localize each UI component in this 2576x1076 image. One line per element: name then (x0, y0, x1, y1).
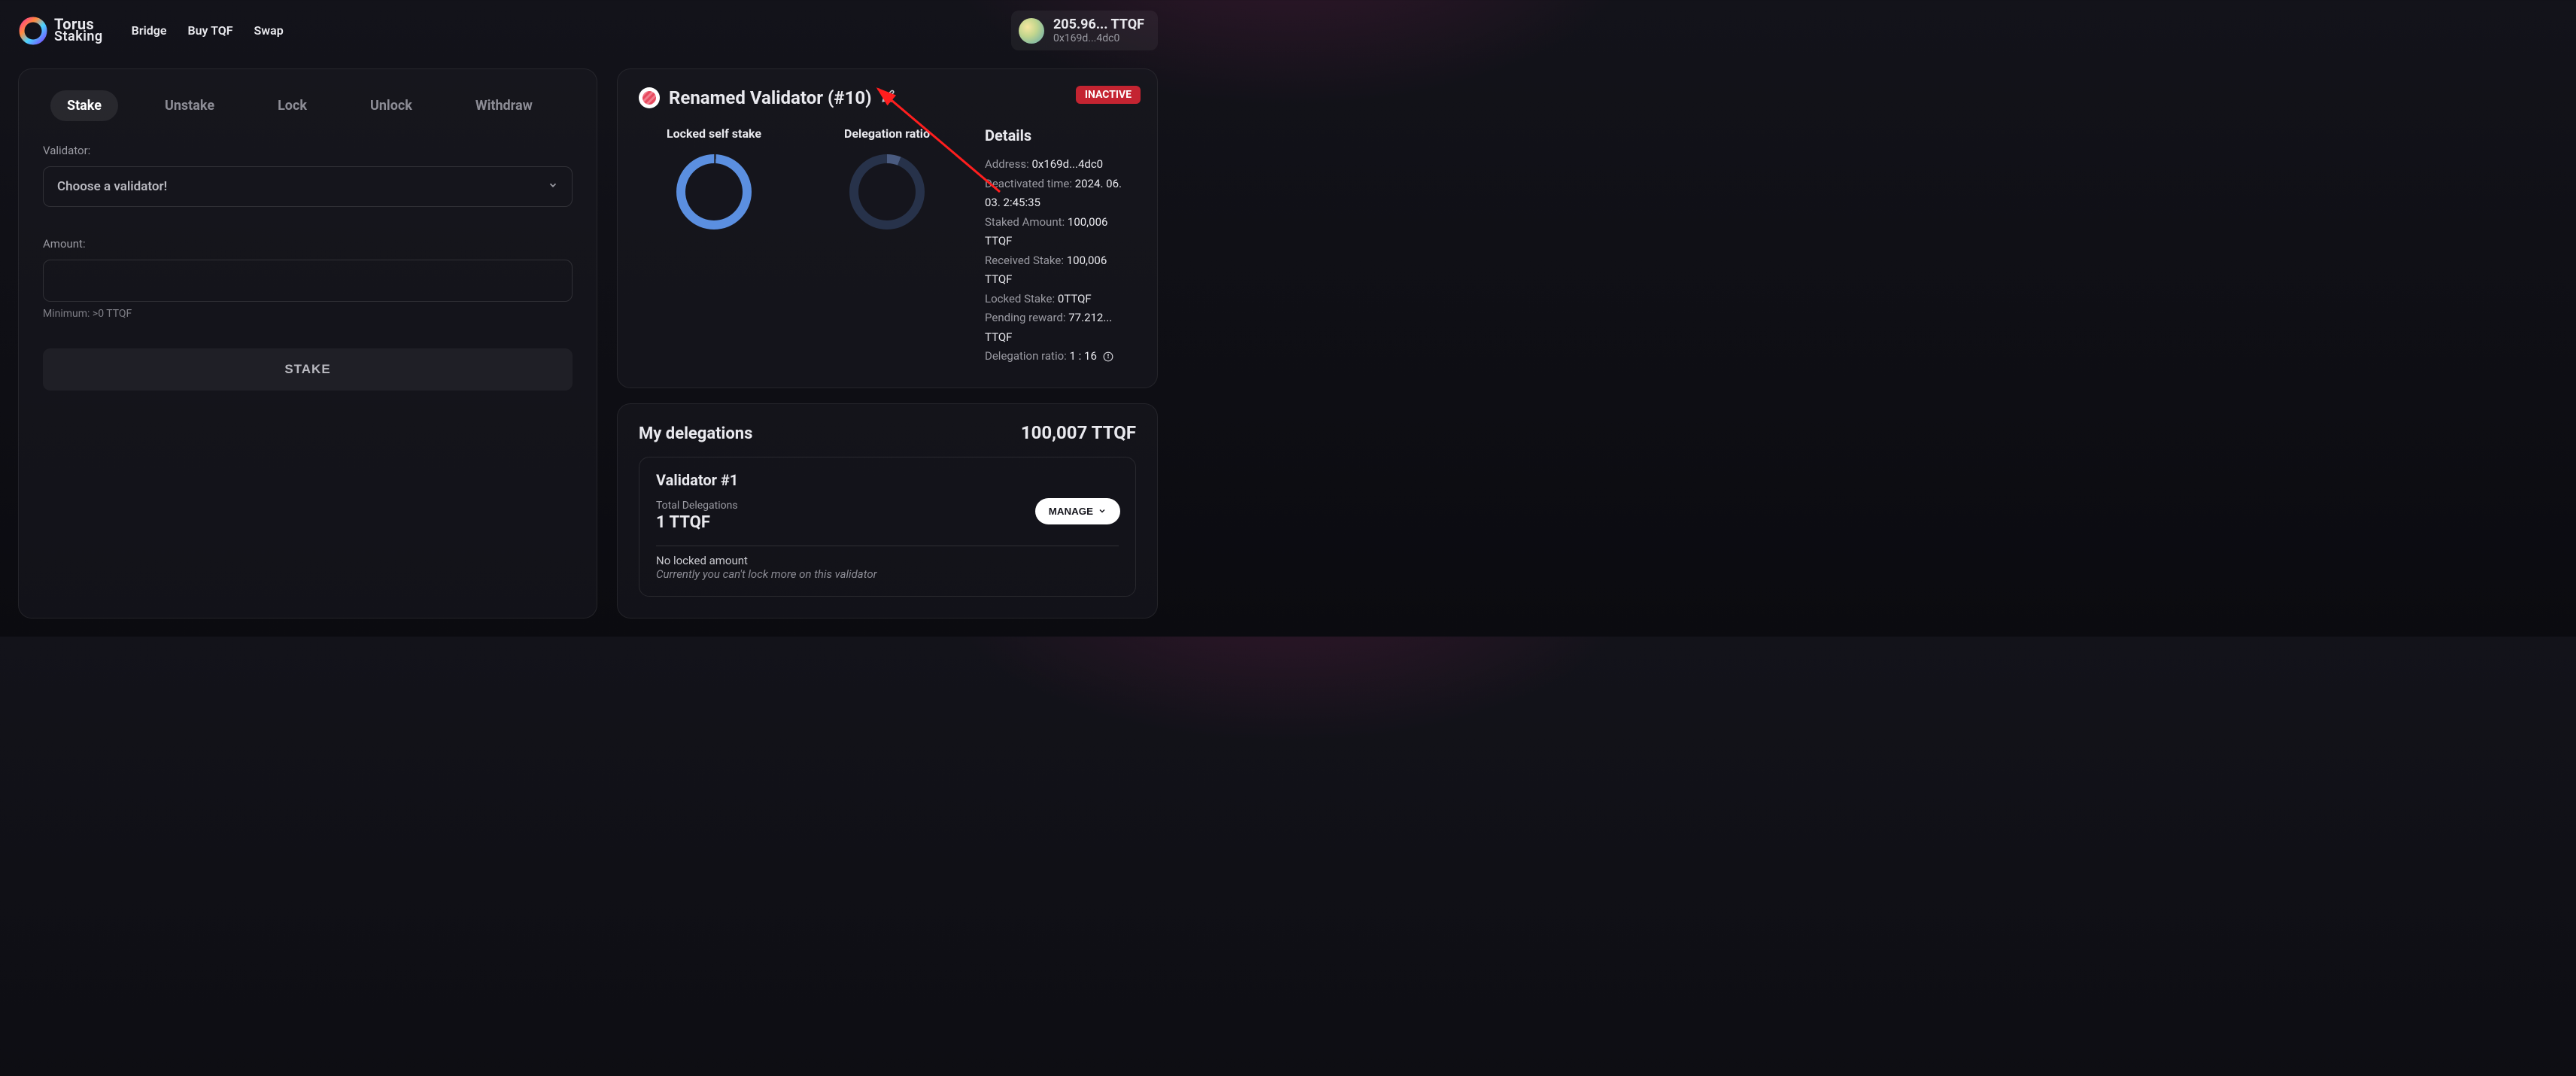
delegations-heading: My delegations (639, 424, 752, 443)
topbar: Torus Staking Bridge Buy TQF Swap 205.96… (0, 0, 1176, 58)
detail-received-label: Received Stake: (985, 254, 1064, 267)
locked-self-stake-label: Locked self stake (667, 126, 761, 141)
donut-delegation-ratio: 6% (849, 154, 925, 229)
delegation-card-name: Validator #1 (656, 471, 1119, 489)
edit-icon[interactable] (881, 89, 896, 107)
nav-buy-tqf[interactable]: Buy TQF (187, 23, 232, 38)
delegation-ratio-pct: 6% (849, 154, 925, 229)
validator-label: Validator: (43, 144, 573, 157)
manage-button[interactable]: MANAGE (1035, 498, 1120, 524)
detail-locked-value: 0TTQF (1058, 292, 1092, 305)
minimum-hint: Minimum: >0 TTQF (43, 308, 573, 320)
brand-line2: Staking (54, 31, 103, 43)
account-lines: 205.96... TTQF 0x169d...4dc0 (1053, 17, 1144, 44)
detail-address-value: 0x169d...4dc0 (1031, 157, 1103, 171)
nav-swap[interactable]: Swap (254, 23, 284, 38)
cant-lock-text: Currently you can't lock more on this va… (656, 567, 1119, 581)
tab-unlock[interactable]: Unlock (354, 90, 429, 121)
detail-locked-label: Locked Stake: (985, 292, 1055, 305)
detail-staked-label: Staked Amount: (985, 215, 1065, 229)
validator-avatar-icon (639, 87, 660, 108)
donut-locked-self-stake: 99% (676, 154, 752, 229)
amount-input[interactable] (43, 260, 573, 302)
validator-select[interactable]: Choose a validator! (43, 166, 573, 207)
delegations-total: 100,007 TTQF (1021, 422, 1136, 443)
top-nav: Bridge Buy TQF Swap (132, 23, 284, 38)
validator-title: Renamed Validator (#10) (669, 87, 872, 108)
chevron-down-icon (1098, 506, 1107, 515)
stake-tabs: Stake Unstake Lock Unlock Withdraw (43, 90, 573, 121)
manage-button-label: MANAGE (1049, 506, 1093, 517)
tab-lock[interactable]: Lock (261, 90, 324, 121)
validator-status-badge: INACTIVE (1076, 86, 1141, 104)
delegation-ratio-label: Delegation ratio (844, 126, 930, 141)
chevron-down-icon (548, 179, 558, 194)
tab-stake[interactable]: Stake (50, 90, 118, 121)
delegations-panel: My delegations 100,007 TTQF Validator #1… (617, 403, 1158, 619)
locked-self-stake-chart: Locked self stake 99% (639, 126, 789, 366)
amount-label: Amount: (43, 237, 573, 251)
stake-button[interactable]: STAKE (43, 348, 573, 391)
detail-ratio-value: 1 : 16 (1070, 349, 1097, 363)
validator-select-placeholder: Choose a validator! (57, 179, 167, 194)
no-locked-text: No locked amount (656, 554, 1119, 567)
detail-ratio-label: Delegation ratio: (985, 349, 1067, 363)
detail-pending-label: Pending reward: (985, 311, 1066, 324)
brand-logo-icon (18, 16, 48, 46)
detail-deactivated-label: Deactivated time: (985, 177, 1072, 190)
delegation-card: Validator #1 Total Delegations 1 TTQF MA… (639, 457, 1136, 597)
locked-self-stake-pct: 99% (676, 154, 752, 229)
details-heading: Details (985, 126, 1136, 144)
nav-bridge[interactable]: Bridge (132, 23, 167, 38)
detail-address-label: Address: (985, 157, 1029, 171)
brand: Torus Staking (18, 16, 103, 46)
account-chip[interactable]: 205.96... TTQF 0x169d...4dc0 (1011, 11, 1158, 50)
validator-panel: Renamed Validator (#10) INACTIVE Locked … (617, 68, 1158, 388)
account-address: 0x169d...4dc0 (1053, 32, 1119, 44)
avatar-icon (1019, 18, 1044, 44)
tab-withdraw[interactable]: Withdraw (459, 90, 549, 121)
account-balance: 205.96... TTQF (1053, 17, 1144, 32)
tab-unstake[interactable]: Unstake (148, 90, 231, 121)
info-icon[interactable] (1103, 351, 1113, 362)
delegation-ratio-chart: Delegation ratio 6% (812, 126, 962, 366)
brand-text: Torus Staking (54, 17, 103, 43)
validator-details: Details Address: 0x169d...4dc0 Deactivat… (985, 126, 1136, 366)
stake-panel: Stake Unstake Lock Unlock Withdraw Valid… (18, 68, 597, 619)
